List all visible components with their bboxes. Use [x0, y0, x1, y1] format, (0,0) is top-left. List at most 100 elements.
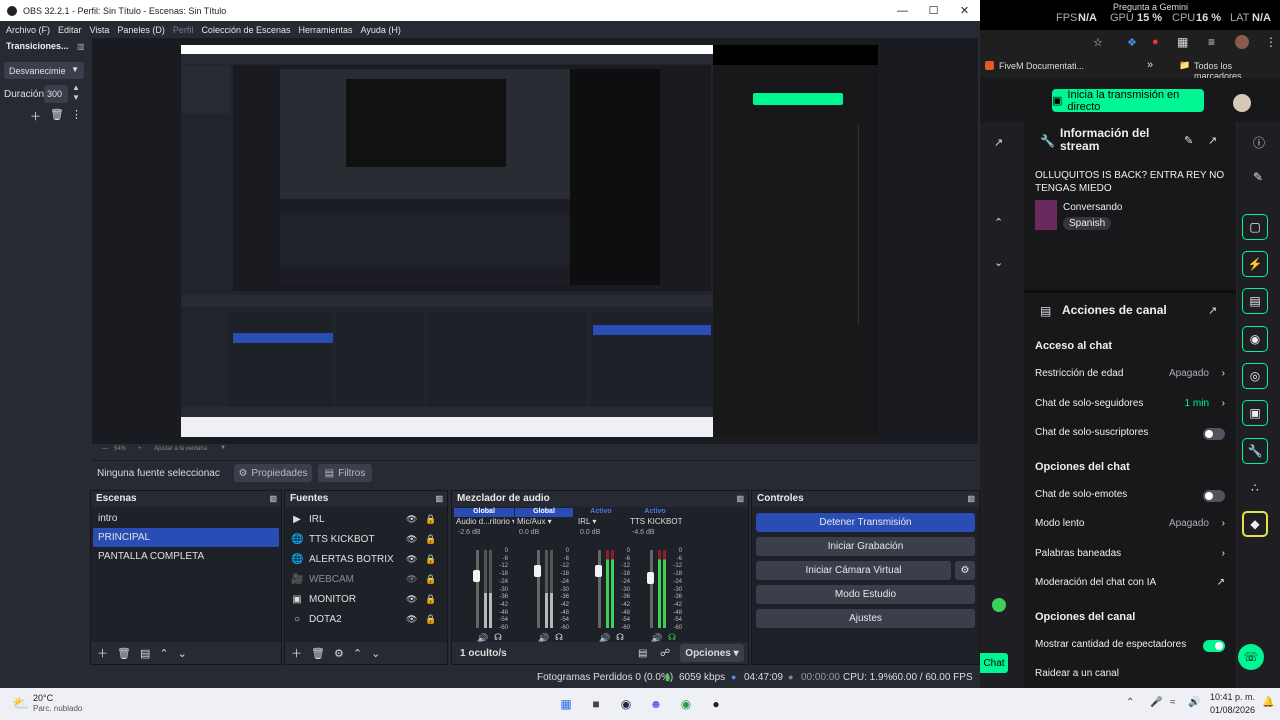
trash-icon[interactable]: 🗑	[50, 108, 64, 121]
chevron-down-icon[interactable]: ▼	[220, 445, 226, 451]
source-item[interactable]: 🎥 WEBCAM 👁 🔒	[285, 569, 447, 589]
eye-icon[interactable]: 👁	[406, 614, 417, 625]
gear-icon[interactable]: ⚙	[334, 647, 344, 660]
clip-icon[interactable]: ▢	[1242, 214, 1268, 240]
channel-name[interactable]: Mic/Aux ▾	[515, 517, 573, 529]
menu-view[interactable]: Vista	[90, 25, 110, 35]
show-viewers-toggle[interactable]	[1203, 640, 1225, 652]
windows-start-icon[interactable]: ▦	[556, 694, 576, 714]
wrench-icon[interactable]: 🔧	[1242, 438, 1268, 464]
trash-icon[interactable]: 🗑	[311, 647, 325, 660]
fit-window-label[interactable]: Ajustar a la ventana	[154, 446, 207, 452]
source-item[interactable]: 🌐 ALERTAS BOTRIX 👁 🔒	[285, 549, 447, 569]
menu-docks[interactable]: Paneles (D)	[117, 25, 165, 35]
eye-hidden-icon[interactable]: 👁	[406, 574, 417, 585]
duration-stepper[interactable]: ▲ ▼	[72, 83, 80, 103]
volume-slider[interactable]	[537, 550, 540, 628]
shield-icon[interactable]: ▣	[1242, 400, 1268, 426]
volume-slider-handle[interactable]	[647, 572, 654, 584]
more-icon[interactable]: ⋮	[71, 108, 82, 121]
link-icon[interactable]: ☍	[660, 648, 670, 659]
channel-name[interactable]: TTS KICKBOT ▾	[628, 517, 682, 529]
bookmark-fivem[interactable]: FiveM Documentati...	[999, 61, 1084, 71]
source-item[interactable]: 🌐 TTS KICKBOT 👁 🔒	[285, 529, 447, 549]
lock-icon[interactable]: 🔒	[425, 554, 436, 565]
volume-slider-handle[interactable]	[534, 565, 541, 577]
minimize-button[interactable]: —	[887, 0, 918, 21]
volume-slider[interactable]	[650, 550, 653, 628]
dock-pin-icon[interactable]: ▥	[736, 494, 744, 503]
star-icon[interactable]: ☆	[1093, 36, 1103, 49]
temperature[interactable]: 20°C	[33, 693, 53, 703]
menu-file[interactable]: Archivo (F)	[6, 25, 50, 35]
subs-only-toggle[interactable]	[1203, 428, 1225, 440]
steam-icon[interactable]: ◉	[616, 694, 636, 714]
menu-edit[interactable]: Editar	[58, 25, 82, 35]
chevron-right-icon[interactable]: »	[1147, 59, 1153, 71]
edit-icon[interactable]: ✎	[1184, 134, 1193, 147]
dock-pin-icon[interactable]: ▥	[967, 494, 975, 503]
lock-icon[interactable]: 🔒	[425, 574, 436, 585]
lock-icon[interactable]: 🔒	[425, 514, 436, 525]
microphone-icon[interactable]: 🎤	[1150, 697, 1162, 708]
popout-icon[interactable]: ↗	[1208, 134, 1217, 147]
menu-help[interactable]: Ayuda (H)	[361, 25, 401, 35]
duration-input[interactable]: 300	[44, 85, 68, 103]
channel-name[interactable]: IRL ▾	[576, 517, 626, 529]
chat-button[interactable]: Chat	[980, 653, 1008, 673]
start-recording-button[interactable]: Iniciar Grabación	[756, 537, 975, 556]
mixer-options-button[interactable]: Opciones ▾	[680, 644, 744, 662]
channel-name[interactable]: Audio d...ritorio ▾	[454, 517, 514, 529]
profile-avatar[interactable]	[1235, 35, 1249, 49]
slow-mode-row[interactable]: Modo lento Apagado ›	[1035, 518, 1225, 529]
move-down-icon[interactable]: ⌄	[371, 647, 380, 660]
dock-pin-icon[interactable]: ▥	[269, 494, 277, 503]
raid-row[interactable]: Raidear a un canal	[1035, 668, 1225, 679]
virtual-camera-settings-gear-icon[interactable]: ⚙	[955, 561, 975, 580]
move-down-icon[interactable]: ⌄	[178, 647, 187, 660]
chevron-down-icon[interactable]: ⌄	[994, 256, 1003, 269]
chevron-up-icon[interactable]: ⌃	[1126, 697, 1134, 708]
more-icon[interactable]: ⋮	[1265, 35, 1277, 49]
raid-icon[interactable]: ◆	[1242, 511, 1268, 537]
dock-pin-icon[interactable]: ▥	[435, 494, 443, 503]
eye-icon[interactable]: 👁	[406, 554, 417, 565]
broadcast-icon[interactable]: ◎	[1242, 363, 1268, 389]
gemini-prompt[interactable]: Pregunta a Gemini	[1113, 2, 1188, 12]
wifi-icon[interactable]: ≈	[1170, 697, 1176, 708]
lock-icon[interactable]: 🔒	[425, 594, 436, 605]
avatar[interactable]	[1233, 94, 1251, 112]
pencil-icon[interactable]: ✎	[1253, 170, 1263, 184]
source-item[interactable]: ○ DOTA2 👁 🔒	[285, 609, 447, 629]
move-up-icon[interactable]: ⌃	[353, 647, 362, 660]
virtual-camera-button[interactable]: Iniciar Cámara Virtual	[756, 561, 951, 580]
hidden-count[interactable]: 1 oculto/s	[460, 648, 507, 659]
scene-item[interactable]: PRINCIPAL	[93, 528, 279, 547]
eye-icon[interactable]: 👁	[406, 514, 417, 525]
volume-slider-handle[interactable]	[595, 565, 602, 577]
source-item[interactable]: ▶ IRL 👁 🔒	[285, 509, 447, 529]
clock-time[interactable]: 10:41 p. m.	[1210, 692, 1255, 702]
lock-icon[interactable]: 🔒	[425, 614, 436, 625]
go-live-button[interactable]: ▣ Inicia la transmisión en directo	[1052, 89, 1204, 113]
menu-tools[interactable]: Herramientas	[299, 25, 353, 35]
help-icon[interactable]: ☏	[1238, 644, 1264, 670]
properties-button[interactable]: ⚙ Propiedades	[234, 464, 312, 482]
menu-scene-collection[interactable]: Colección de Escenas	[201, 25, 290, 35]
community-icon[interactable]: ∴	[1242, 475, 1268, 501]
volume-slider[interactable]	[476, 550, 479, 628]
volume-icon[interactable]: 🔊	[1188, 697, 1200, 708]
volume-slider-handle[interactable]	[473, 570, 480, 582]
trash-icon[interactable]: 🗑	[117, 647, 131, 660]
info-icon[interactable]: ⓘ	[1253, 134, 1265, 151]
add-source-icon[interactable]: ＋	[291, 645, 302, 661]
eye-icon[interactable]: 👁	[406, 534, 417, 545]
studio-mode-button[interactable]: Modo Estudio	[756, 585, 975, 604]
scene-item[interactable]: PANTALLA COMPLETA	[93, 547, 279, 566]
puzzle-icon[interactable]: ▦	[1177, 35, 1188, 49]
extension-icon[interactable]: ❖	[1127, 36, 1137, 49]
lightning-icon[interactable]: ⚡	[1242, 251, 1268, 277]
file-explorer-icon[interactable]: ■	[586, 694, 606, 714]
filter-icon[interactable]: ▤	[140, 647, 150, 660]
popout-icon[interactable]: ↗	[1208, 304, 1217, 317]
